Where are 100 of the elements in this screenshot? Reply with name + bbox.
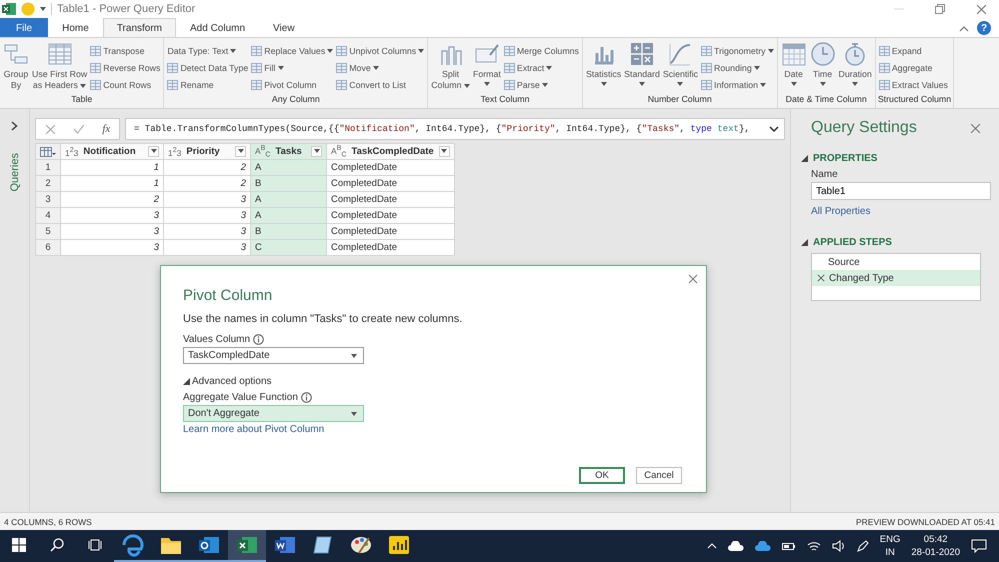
cancel-button[interactable]: Cancel xyxy=(636,467,682,484)
cloud-icon[interactable] xyxy=(728,541,744,551)
clock-icon xyxy=(810,41,836,67)
ribbon-button[interactable]: Format xyxy=(472,40,502,94)
ribbon-button[interactable]: Rename xyxy=(166,77,250,92)
column-header[interactable]: 1$^{2}$3 Priority xyxy=(164,144,250,160)
ribbon-button[interactable]: Pivot Column xyxy=(250,77,334,92)
ribbon-button[interactable]: Time xyxy=(808,40,837,94)
table-icon xyxy=(504,62,515,72)
ribbon-button[interactable]: Rounding xyxy=(700,60,775,75)
expand-arrow-icon[interactable] xyxy=(801,155,808,162)
help-button[interactable]: ? xyxy=(977,21,991,35)
aggregate-dropdown[interactable]: Don't Aggregate xyxy=(183,405,364,422)
ribbon-button[interactable]: Group By xyxy=(2,40,30,94)
show-hidden-icon[interactable] xyxy=(706,543,717,549)
checkmark-icon[interactable] xyxy=(73,124,86,134)
ribbon-button[interactable]: Scientific xyxy=(662,40,700,94)
column-header[interactable]: A$^{B}$$_{C}$ Tasks xyxy=(250,144,326,160)
table-cell: A xyxy=(250,208,326,224)
clock[interactable]: 05:42 28-01-2020 xyxy=(911,533,960,559)
collapse-ribbon-icon[interactable] xyxy=(959,26,969,32)
data-type-dropdown[interactable]: Data Type: Text xyxy=(166,43,250,58)
ribbon-button[interactable]: Duration xyxy=(838,40,873,94)
caret-icon xyxy=(754,66,760,70)
volume-icon[interactable] xyxy=(832,540,846,552)
table-cell: 3 xyxy=(60,240,164,256)
expand-chevron-icon[interactable] xyxy=(11,121,18,131)
ribbon-tab[interactable]: File xyxy=(0,18,48,37)
ribbon-button[interactable]: Replace Values xyxy=(250,43,334,58)
filter-button[interactable] xyxy=(235,146,246,157)
windows-logo-icon xyxy=(12,538,26,552)
step-item[interactable]: Source xyxy=(812,254,980,270)
all-properties-link[interactable]: All Properties xyxy=(811,206,870,217)
ribbon-button[interactable]: Extract xyxy=(502,60,580,75)
ribbon-button[interactable]: Fill xyxy=(250,60,334,75)
expand-arrow-icon[interactable] xyxy=(183,378,190,385)
ribbon-button[interactable]: Statistics xyxy=(584,40,622,94)
task-view-icon[interactable] xyxy=(88,538,102,552)
close-icon[interactable] xyxy=(688,274,698,284)
ribbon-button[interactable]: Merge Columns xyxy=(502,43,580,58)
delete-icon[interactable] xyxy=(817,274,825,282)
close-icon[interactable] xyxy=(976,4,986,14)
caret-icon xyxy=(484,82,490,86)
caret-icon xyxy=(677,82,684,86)
ribbon-button[interactable]: Split Column xyxy=(430,40,471,94)
section-heading: APPLIED STEPS xyxy=(813,237,892,248)
ribbon-button[interactable]: Convert to List xyxy=(335,77,426,92)
filter-button[interactable] xyxy=(438,146,450,157)
values-column-dropdown[interactable]: TaskCompledDate xyxy=(183,347,364,364)
ribbon-tab[interactable]: Add Column xyxy=(176,18,260,37)
notification-icon[interactable] xyxy=(971,539,987,553)
formula-field[interactable]: = Table.TransformColumnTypes(Source,{{"Notification", Int64.Type}, {"Priority", Int64.Type}, {"Tasks", type text}, xyxy=(125,118,785,140)
ribbon-button[interactable]: Count Rows xyxy=(89,77,162,92)
wifi-icon[interactable] xyxy=(806,540,821,552)
ribbon-tab[interactable]: Transform xyxy=(102,18,176,37)
expand-arrow-icon[interactable] xyxy=(801,239,808,246)
column-header[interactable]: A$^{B}$$_{C}$ TaskCompledDate xyxy=(326,144,454,160)
table-cell: CompletedDate xyxy=(326,224,454,240)
row-number: 4 xyxy=(36,208,60,224)
queries-pane-label[interactable]: Queries xyxy=(8,153,20,192)
spreadsheet-app-icon[interactable] xyxy=(2,2,16,16)
ribbon-button[interactable]: Move xyxy=(335,60,426,75)
close-icon[interactable] xyxy=(970,122,981,134)
column-header[interactable]: 1$^{2}$3 Notification xyxy=(60,144,164,160)
step-item[interactable]: Changed Type xyxy=(812,270,980,286)
ok-button[interactable]: OK xyxy=(579,467,625,484)
table-cell: 1 xyxy=(60,176,164,192)
ribbon-button[interactable]: Parse xyxy=(502,77,580,92)
insert-function-button[interactable]: fx xyxy=(102,123,110,135)
ribbon-button[interactable]: Date xyxy=(780,40,808,94)
dialog-title: Pivot Column xyxy=(183,287,274,304)
search-icon[interactable] xyxy=(50,538,64,552)
group-label: Date & Time Column xyxy=(784,94,868,106)
restore-icon[interactable] xyxy=(935,4,945,14)
ribbon-button[interactable]: Use First Row as Headers xyxy=(31,40,88,94)
ribbon-button[interactable]: Expand xyxy=(878,43,949,58)
ribbon-tab[interactable]: View xyxy=(259,18,309,37)
ribbon-button[interactable]: Reverse Rows xyxy=(89,60,162,75)
caret-icon xyxy=(238,149,244,154)
ribbon-button[interactable]: Aggregate xyxy=(878,60,949,75)
ribbon-button[interactable]: Trigonometry xyxy=(700,43,775,58)
ribbon-button[interactable]: Detect Data Type xyxy=(166,60,250,75)
advanced-options-toggle[interactable]: Advanced options xyxy=(192,376,272,387)
filter-button[interactable] xyxy=(311,146,322,157)
ribbon-button[interactable]: Information xyxy=(700,77,775,92)
filter-button[interactable] xyxy=(148,146,159,157)
pen-icon[interactable] xyxy=(856,540,869,552)
ribbon-button[interactable]: Unpivot Columns xyxy=(335,43,426,58)
name-field[interactable]: Table1 xyxy=(811,182,991,200)
ribbon-button[interactable]: Standard xyxy=(623,40,661,94)
ribbon-button[interactable]: Extract Values xyxy=(878,77,949,92)
ribbon-tab[interactable]: Home xyxy=(48,18,103,37)
battery-icon[interactable] xyxy=(782,541,796,551)
table-icon xyxy=(167,80,178,90)
table-icon xyxy=(878,46,890,56)
expand-chevron-icon[interactable] xyxy=(769,126,779,132)
language-indicator[interactable]: ENG IN xyxy=(880,533,900,559)
learn-more-link[interactable]: Learn more about Pivot Column xyxy=(183,424,324,435)
table-menu-icon[interactable] xyxy=(40,146,56,156)
ribbon-button[interactable]: Transpose xyxy=(89,43,162,58)
